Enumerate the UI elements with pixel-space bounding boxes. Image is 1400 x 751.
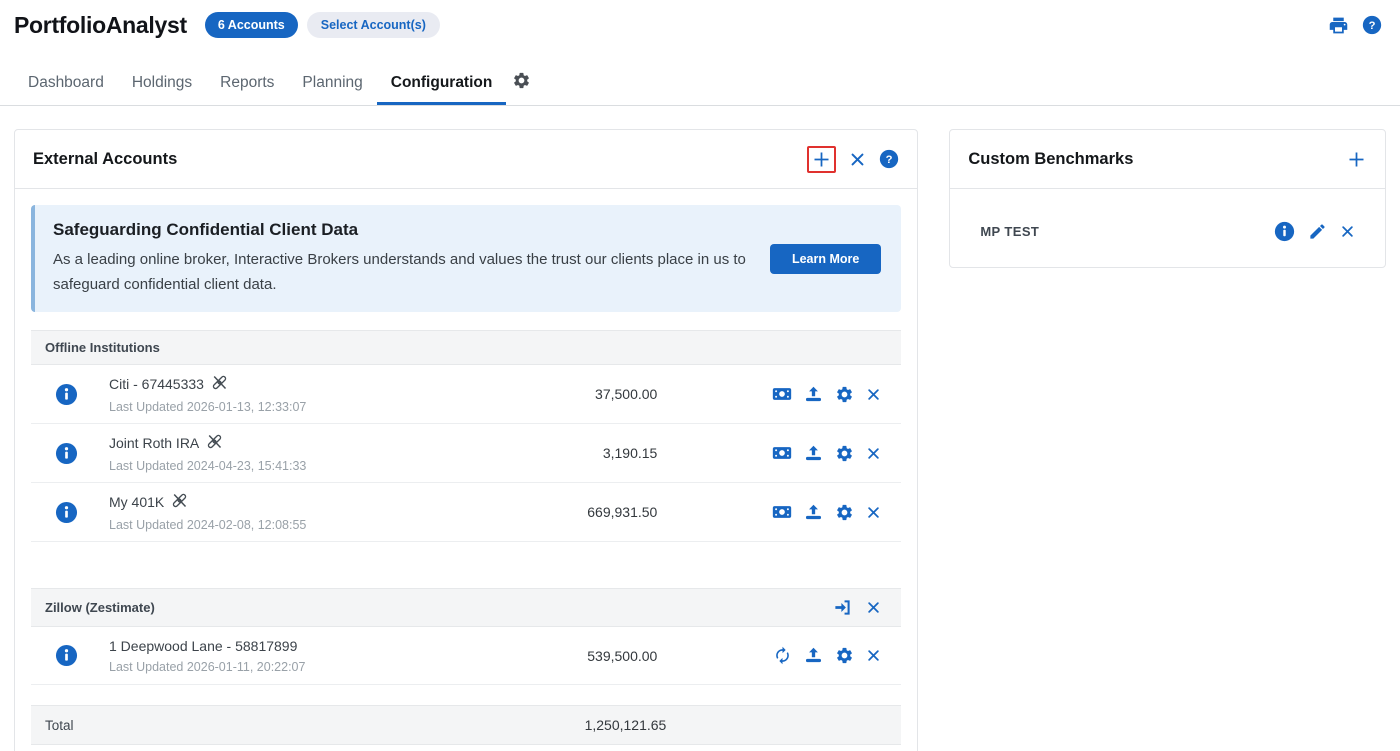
- collapse-close-icon[interactable]: [849, 151, 866, 168]
- external-accounts-title: External Accounts: [33, 150, 177, 169]
- tab-planning[interactable]: Planning: [288, 66, 376, 105]
- external-accounts-help-icon[interactable]: [879, 149, 899, 169]
- account-row-joint-roth-ira: Joint Roth IRA Last Updated 2024-04-23, …: [31, 424, 901, 483]
- account-value: 539,500.00: [517, 648, 657, 664]
- account-name: My 401K: [109, 492, 517, 512]
- total-label: Total: [45, 718, 506, 733]
- account-name: 1 Deepwood Lane - 58817899: [109, 638, 517, 654]
- help-icon[interactable]: [1362, 15, 1382, 35]
- banner-title: Safeguarding Confidential Client Data: [53, 220, 758, 240]
- accounts-count-badge: 6 Accounts: [205, 12, 298, 38]
- account-value: 669,931.50: [517, 504, 657, 520]
- info-icon[interactable]: [55, 501, 81, 524]
- account-last-updated: Last Updated 2026-01-11, 20:22:07: [109, 660, 517, 674]
- benchmark-row-mp-test: MP TEST: [966, 205, 1369, 258]
- info-icon[interactable]: [55, 383, 81, 406]
- close-icon[interactable]: [866, 446, 881, 461]
- unlink-icon: [211, 374, 228, 394]
- tab-dashboard[interactable]: Dashboard: [14, 66, 118, 105]
- info-icon[interactable]: [55, 442, 81, 465]
- account-name: Joint Roth IRA: [109, 433, 517, 453]
- account-row-citi: Citi - 67445333 Last Updated 2026-01-13,…: [31, 365, 901, 424]
- banner-body: As a leading online broker, Interactive …: [53, 247, 758, 297]
- account-row-my-401k: My 401K Last Updated 2024-02-08, 12:08:5…: [31, 483, 901, 542]
- edit-icon[interactable]: [1308, 222, 1327, 241]
- header-actions: [1328, 15, 1382, 36]
- section-header-zillow: Zillow (Zestimate): [31, 588, 901, 627]
- main-nav: Dashboard Holdings Reports Planning Conf…: [0, 66, 1400, 106]
- account-name: Citi - 67445333: [109, 374, 517, 394]
- total-value: 1,250,121.65: [506, 717, 666, 733]
- nav-gear-icon[interactable]: [512, 71, 531, 95]
- tab-reports[interactable]: Reports: [206, 66, 288, 105]
- tab-configuration[interactable]: Configuration: [377, 66, 507, 105]
- gear-icon[interactable]: [835, 385, 854, 404]
- close-icon[interactable]: [866, 600, 881, 615]
- close-icon[interactable]: [866, 648, 881, 663]
- cash-icon[interactable]: [772, 384, 792, 404]
- cash-icon[interactable]: [772, 443, 792, 463]
- custom-benchmarks-title: Custom Benchmarks: [968, 150, 1133, 169]
- cash-icon[interactable]: [772, 502, 792, 522]
- gear-icon[interactable]: [835, 444, 854, 463]
- account-value: 37,500.00: [517, 386, 657, 402]
- custom-benchmarks-header: Custom Benchmarks: [950, 130, 1385, 188]
- gear-icon[interactable]: [835, 646, 854, 665]
- login-icon[interactable]: [833, 598, 852, 617]
- upload-icon[interactable]: [804, 444, 823, 463]
- main-content: External Accounts Safeguarding Confident…: [0, 129, 1400, 751]
- section-name: Offline Institutions: [45, 340, 881, 355]
- benchmark-name: MP TEST: [980, 224, 1274, 239]
- app-title: PortfolioAnalyst: [14, 12, 187, 39]
- unlink-icon: [171, 492, 188, 512]
- account-last-updated: Last Updated 2024-04-23, 15:41:33: [109, 459, 517, 473]
- account-row-deepwood-lane: 1 Deepwood Lane - 58817899 Last Updated …: [31, 627, 901, 685]
- gear-icon[interactable]: [835, 503, 854, 522]
- tab-holdings[interactable]: Holdings: [118, 66, 206, 105]
- add-account-highlight-box: [807, 146, 836, 173]
- add-benchmark-plus-icon[interactable]: [1346, 149, 1367, 170]
- close-icon[interactable]: [866, 505, 881, 520]
- upload-icon[interactable]: [804, 385, 823, 404]
- unlink-icon: [206, 433, 223, 453]
- external-accounts-header: External Accounts: [15, 130, 917, 188]
- select-accounts-button[interactable]: Select Account(s): [307, 12, 440, 38]
- info-icon[interactable]: [55, 644, 81, 667]
- account-value: 3,190.15: [517, 445, 657, 461]
- section-name: Zillow (Zestimate): [45, 600, 833, 615]
- external-accounts-panel: External Accounts Safeguarding Confident…: [14, 129, 918, 751]
- confidential-data-banner: Safeguarding Confidential Client Data As…: [31, 205, 901, 312]
- account-last-updated: Last Updated 2026-01-13, 12:33:07: [109, 400, 517, 414]
- custom-benchmarks-panel: Custom Benchmarks MP TEST: [949, 129, 1386, 268]
- learn-more-button[interactable]: Learn More: [770, 244, 881, 274]
- account-last-updated: Last Updated 2024-02-08, 12:08:55: [109, 518, 517, 532]
- close-icon[interactable]: [866, 387, 881, 402]
- upload-icon[interactable]: [804, 503, 823, 522]
- upload-icon[interactable]: [804, 646, 823, 665]
- section-header-offline-institutions: Offline Institutions: [31, 330, 901, 365]
- total-row: Total 1,250,121.65: [31, 705, 901, 745]
- close-icon[interactable]: [1340, 224, 1355, 239]
- app-header: PortfolioAnalyst 6 Accounts Select Accou…: [0, 0, 1400, 42]
- add-account-plus-icon[interactable]: [811, 149, 832, 170]
- info-icon[interactable]: [1274, 221, 1295, 242]
- refresh-icon[interactable]: [773, 646, 792, 665]
- print-icon[interactable]: [1328, 15, 1349, 36]
